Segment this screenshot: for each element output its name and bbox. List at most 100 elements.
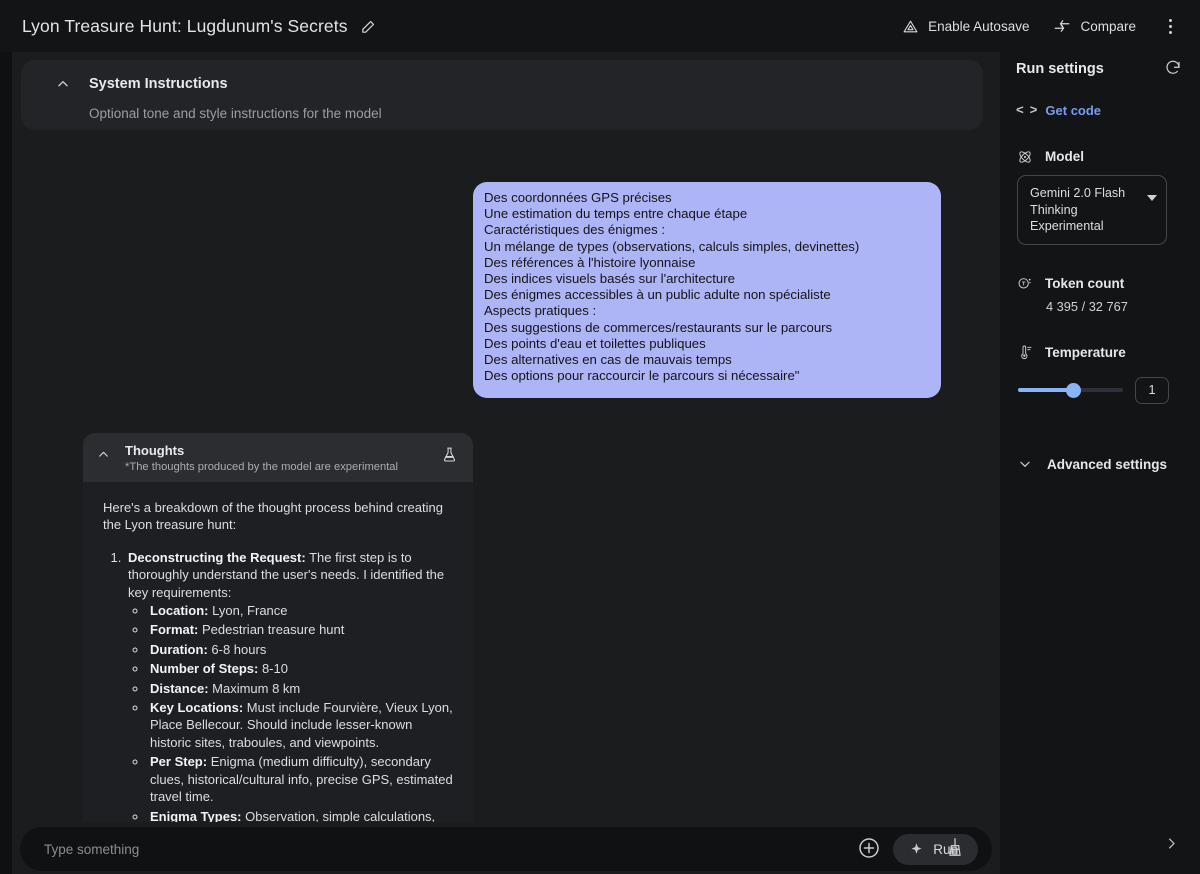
temperature-slider[interactable] (1018, 381, 1123, 399)
thoughts-title-wrap: Thoughts *The thoughts produced by the m… (125, 443, 441, 473)
temperature-control: 1 (1016, 376, 1184, 404)
message-line: Aspects pratiques : (484, 303, 597, 319)
message-line: Des suggestions de commerces/restaurants… (484, 319, 833, 335)
substep-text: Lyon, France (208, 603, 288, 619)
page-title: Lyon Treasure Hunt: Lugdunum's Secrets (22, 15, 348, 36)
message-line: Des points d'eau et toilettes publiques (484, 335, 706, 351)
pencil-icon[interactable] (360, 17, 378, 35)
message-line: Des énigmes accessibles à un public adul… (484, 287, 831, 303)
get-code-button[interactable]: < > Get code (1016, 103, 1184, 118)
message-line: Des indices visuels basés sur l'architec… (484, 271, 735, 287)
substep: Enigma Types: Observation, simple calcul… (148, 808, 453, 823)
slider-thumb[interactable] (1066, 383, 1081, 398)
system-instructions-header: System Instructions (21, 74, 983, 94)
temperature-label: Temperature (1045, 344, 1126, 360)
enable-autosave-label: Enable Autosave (928, 18, 1030, 34)
broom-icon[interactable] (944, 836, 970, 862)
plus-circle-icon[interactable] (857, 836, 883, 862)
system-instructions-card[interactable]: System Instructions Optional tone and st… (21, 60, 983, 130)
message-line: Des options pour raccourcir le parcours … (484, 368, 800, 384)
main-content: System Instructions Optional tone and st… (12, 52, 1000, 822)
substep: Duration: 6-8 hours (148, 641, 453, 658)
model-label: Model (1045, 149, 1084, 164)
thermometer-icon (1016, 344, 1033, 361)
substep: Format: Pedestrian treasure hunt (148, 621, 453, 638)
message-line: Des coordonnées GPS précises (484, 190, 672, 205)
chevron-down-icon (1147, 195, 1157, 201)
refresh-icon[interactable] (1164, 59, 1184, 79)
substep-label: Format: (150, 622, 199, 638)
model-select-value: Gemini 2.0 Flash Thinking Experimental (1030, 186, 1126, 233)
compare-label: Compare (1080, 18, 1136, 34)
substep: Location: Lyon, France (148, 602, 453, 619)
advanced-settings-toggle[interactable]: Advanced settings (1016, 456, 1184, 473)
substep-text: 6-8 hours (207, 641, 267, 657)
slider-fill (1018, 388, 1073, 392)
prompt-bar: Run (12, 822, 1000, 874)
temperature-value: 1 (1148, 383, 1156, 397)
substep-text: 8-10 (258, 661, 288, 677)
substep-text: Maximum 8 km (208, 680, 301, 696)
kebab-menu-icon[interactable] (1154, 10, 1186, 42)
code-brackets-icon: < > (1016, 103, 1037, 118)
message-line: Caractéristiques des énigmes : (484, 222, 666, 238)
flask-icon[interactable] (441, 446, 461, 463)
thoughts-panel: Thoughts *The thoughts produced by the m… (83, 433, 473, 822)
prompt-pill: Run (20, 827, 992, 871)
thought-substeps: Location: Lyon, France Format: Pedestria… (128, 602, 453, 822)
substep-label: Per Step: (150, 754, 208, 770)
temperature-value-box[interactable]: 1 (1135, 376, 1169, 404)
run-settings-title: Run settings (1016, 61, 1104, 77)
token-icon (1016, 275, 1033, 292)
chevron-down-icon (1016, 456, 1033, 473)
token-count-row: Token count (1016, 275, 1184, 292)
compare-button[interactable]: Compare (1041, 10, 1148, 42)
thought-step: Deconstructing the Request: The first st… (125, 549, 453, 822)
user-message-bubble: Des coordonnées GPS précises Une estimat… (473, 182, 941, 399)
enable-autosave-button[interactable]: Enable Autosave (890, 11, 1041, 42)
run-settings-sidebar: Run settings < > Get code Model Gemini 2… (1000, 52, 1200, 874)
substep: Per Step: Enigma (medium difficulty), se… (148, 753, 453, 805)
thoughts-header[interactable]: Thoughts *The thoughts produced by the m… (83, 433, 473, 482)
substep: Distance: Maximum 8 km (148, 680, 453, 697)
top-bar: Lyon Treasure Hunt: Lugdunum's Secrets E… (0, 0, 1200, 52)
compare-arrows-icon (1053, 17, 1071, 35)
autosave-triangle-icon (902, 18, 919, 35)
message-line: Un mélange de types (observations, calcu… (484, 238, 860, 254)
message-line: Des alternatives en cas de mauvais temps (484, 352, 732, 368)
model-row: Model (1016, 148, 1184, 165)
sparkle-icon (909, 842, 924, 857)
message-line-clipped (484, 182, 930, 190)
message-line: Une estimation du temps entre chaque éta… (484, 206, 748, 222)
prompt-input[interactable] (20, 841, 858, 857)
thoughts-subtitle: *The thoughts produced by the model are … (125, 461, 399, 473)
chevron-right-icon[interactable] (1164, 836, 1180, 852)
substep: Number of Steps: 8-10 (148, 660, 453, 677)
chevron-up-icon[interactable] (53, 74, 73, 94)
temperature-row: Temperature (1016, 344, 1184, 361)
left-rail (0, 52, 12, 874)
system-instructions-title: System Instructions (89, 76, 228, 92)
step-label: Deconstructing the Request: (128, 549, 306, 565)
model-atom-icon (1016, 148, 1033, 165)
substep-label: Duration: (150, 641, 208, 657)
substep-label: Enigma Types: (150, 808, 242, 823)
thoughts-body: Here's a breakdown of the thought proces… (83, 482, 473, 822)
substep-label: Location: (150, 603, 209, 619)
substep-text: Pedestrian treasure hunt (198, 622, 345, 638)
substep-label: Key Locations: (150, 700, 244, 716)
run-settings-header: Run settings (1016, 52, 1184, 79)
token-count-label: Token count (1045, 275, 1125, 291)
chevron-up-icon[interactable] (97, 448, 113, 461)
model-select[interactable]: Gemini 2.0 Flash Thinking Experimental (1017, 175, 1167, 245)
substep-label: Distance: (150, 680, 209, 696)
thoughts-steps-list: Deconstructing the Request: The first st… (103, 549, 453, 822)
token-count-value: 4 395 / 32 767 (1046, 298, 1128, 314)
substep-label: Number of Steps: (150, 661, 259, 677)
substep: Key Locations: Must include Fourvière, V… (148, 699, 453, 751)
message-line: Des références à l'histoire lyonnaise (484, 254, 696, 270)
chat-scroll-area[interactable]: Des coordonnées GPS précises Une estimat… (12, 130, 1000, 822)
thoughts-title: Thoughts (125, 443, 185, 458)
advanced-settings-label: Advanced settings (1047, 456, 1168, 472)
get-code-label: Get code (1045, 103, 1102, 118)
